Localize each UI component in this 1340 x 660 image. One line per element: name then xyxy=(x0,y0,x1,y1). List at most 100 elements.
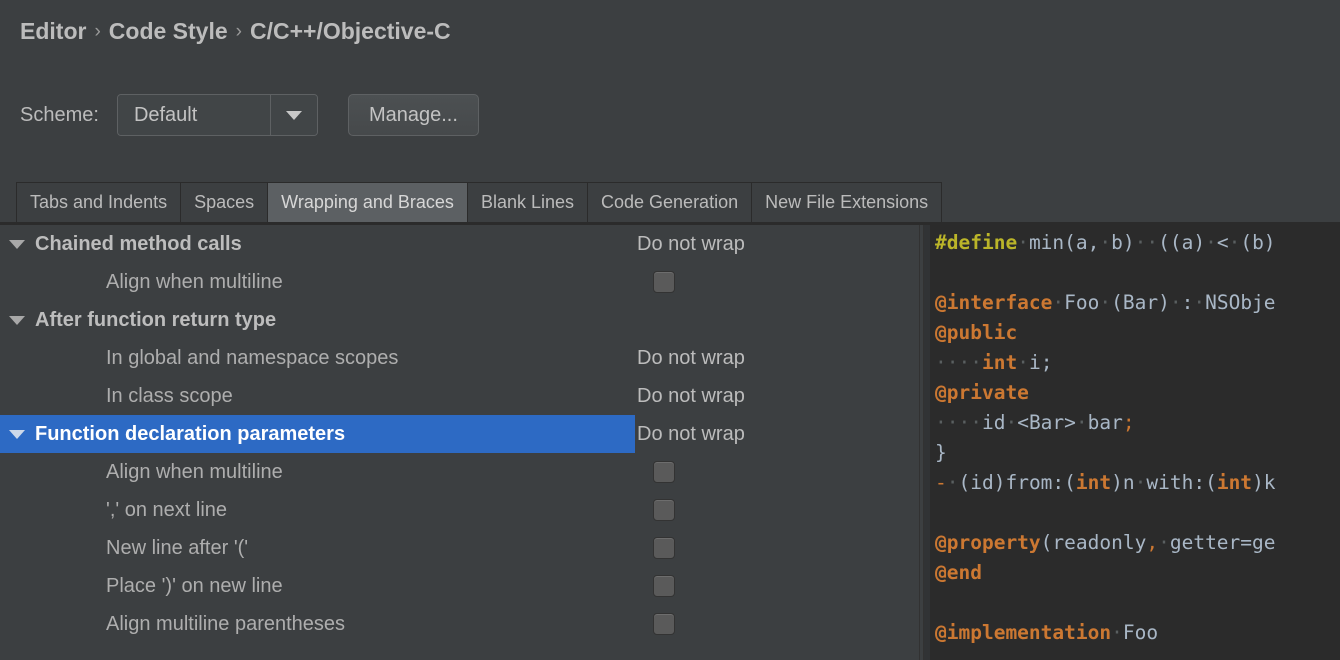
option-checkbox[interactable] xyxy=(653,537,675,559)
tree-indent-spacer xyxy=(8,567,26,605)
option-value-cell[interactable] xyxy=(635,491,919,529)
option-name-cell[interactable]: Function declaration parameters xyxy=(0,415,635,453)
code-token: - xyxy=(935,471,947,494)
chevron-down-icon[interactable] xyxy=(8,225,26,263)
code-token: · xyxy=(1169,291,1182,314)
option-row[interactable]: New line after '(' xyxy=(0,529,919,567)
option-row[interactable]: Align when multiline xyxy=(0,453,919,491)
option-value-cell[interactable]: Do not wrap xyxy=(635,415,919,453)
option-checkbox[interactable] xyxy=(653,575,675,597)
tree-indent-spacer xyxy=(8,377,26,415)
option-value-cell[interactable]: Do not wrap xyxy=(635,377,919,415)
tab-wrapping-and-braces[interactable]: Wrapping and Braces xyxy=(267,182,467,223)
tab-tabs-and-indents[interactable]: Tabs and Indents xyxy=(16,182,181,223)
scheme-combobox-value[interactable]: Default xyxy=(117,95,271,135)
tab-blank-lines[interactable]: Blank Lines xyxy=(466,182,587,223)
wrap-mode-value[interactable]: Do not wrap xyxy=(637,233,745,256)
wrap-mode-value[interactable]: Do not wrap xyxy=(637,385,745,408)
code-token: · xyxy=(1205,231,1217,254)
option-label: In global and namespace scopes xyxy=(106,346,399,369)
option-name-cell[interactable]: In class scope xyxy=(0,377,635,415)
option-checkbox[interactable] xyxy=(653,461,675,483)
code-token: ···· xyxy=(935,411,982,434)
option-row[interactable]: In global and namespace scopes Do not wra… xyxy=(0,339,919,377)
option-row[interactable]: Align multiline parentheses xyxy=(0,605,919,643)
tab-new-file-extensions[interactable]: New File Extensions xyxy=(751,182,943,223)
code-line: @end xyxy=(935,558,1276,588)
code-line: @property(readonly,·getter=ge xyxy=(935,528,1276,558)
option-value-cell[interactable] xyxy=(635,263,919,301)
option-row[interactable]: ',' on next line xyxy=(0,491,919,529)
option-name-cell[interactable]: Align when multiline xyxy=(0,263,635,301)
breadcrumb-item-1[interactable]: Code Style xyxy=(109,18,228,44)
option-row[interactable]: In class scope Do not wrap xyxy=(0,377,919,415)
code-token: (b) xyxy=(1240,231,1276,254)
code-token: getter=ge xyxy=(1169,531,1276,554)
tree-indent-spacer xyxy=(8,491,26,529)
code-token: · xyxy=(1052,291,1065,314)
option-row[interactable]: After function return type xyxy=(0,301,919,339)
tree-indent-spacer xyxy=(8,605,26,643)
option-name-cell[interactable]: New line after '(' xyxy=(0,529,635,567)
code-line: @interface·Foo·(Bar)·:·NSObje xyxy=(935,288,1276,318)
tab-code-generation[interactable]: Code Generation xyxy=(587,182,752,223)
option-row[interactable]: Align when multiline xyxy=(0,263,919,301)
option-name-cell[interactable]: After function return type xyxy=(0,301,635,339)
option-checkbox[interactable] xyxy=(653,271,675,293)
option-name-cell[interactable]: Align when multiline xyxy=(0,453,635,491)
code-line: #define·min(a,·b)··((a)·<·(b) xyxy=(935,228,1276,258)
scheme-combobox[interactable]: Default xyxy=(116,94,318,136)
code-token: with:( xyxy=(1146,471,1217,494)
option-row[interactable]: Chained method calls Do not wrap xyxy=(0,225,919,263)
code-gutter xyxy=(924,225,930,660)
wrap-mode-value[interactable]: Do not wrap xyxy=(637,347,745,370)
code-token: ···· xyxy=(935,351,982,374)
breadcrumb-separator: › xyxy=(235,21,242,42)
chevron-down-icon[interactable] xyxy=(270,95,317,135)
option-value-cell[interactable] xyxy=(635,453,919,491)
option-value-cell[interactable]: Do not wrap xyxy=(635,225,919,263)
tab-spaces[interactable]: Spaces xyxy=(180,182,268,223)
code-line: -·(id)from:(int)n·with:(int)k xyxy=(935,468,1276,498)
option-label: Place ')' on new line xyxy=(106,574,283,597)
code-token: Foo xyxy=(1064,291,1100,314)
code-preview-pane[interactable]: #define·min(a,·b)··((a)·<·(b) @interface… xyxy=(924,225,1340,660)
wrap-mode-value[interactable]: Do not wrap xyxy=(637,423,745,446)
code-line: ····id·<Bar>·bar; xyxy=(935,408,1276,438)
option-name-cell[interactable]: Place ')' on new line xyxy=(0,567,635,605)
option-name-cell[interactable]: Chained method calls xyxy=(0,225,635,263)
code-line: } xyxy=(935,438,1276,468)
code-token: ·· xyxy=(1134,231,1159,254)
option-value-cell[interactable]: Do not wrap xyxy=(635,339,919,377)
option-value-cell[interactable] xyxy=(635,529,919,567)
option-name-cell[interactable]: Align multiline parentheses xyxy=(0,605,635,643)
breadcrumb-item-0[interactable]: Editor xyxy=(20,18,86,44)
option-label: Align multiline parentheses xyxy=(106,612,346,635)
code-token: · xyxy=(1099,231,1112,254)
option-label: Chained method calls xyxy=(35,232,242,255)
option-row[interactable]: Place ')' on new line xyxy=(0,567,919,605)
code-token: <Bar> xyxy=(1017,411,1076,434)
option-value-cell[interactable] xyxy=(635,567,919,605)
chevron-down-icon[interactable] xyxy=(8,301,26,339)
code-token: @property xyxy=(935,531,1041,554)
tree-indent-spacer xyxy=(8,453,26,491)
option-label: Function declaration parameters xyxy=(35,422,346,445)
option-checkbox[interactable] xyxy=(653,613,675,635)
code-token: (id)from:( xyxy=(958,471,1076,494)
option-value-cell[interactable] xyxy=(635,605,919,643)
code-token: · xyxy=(1134,471,1147,494)
option-name-cell[interactable]: ',' on next line xyxy=(0,491,635,529)
code-token: int xyxy=(1075,471,1112,494)
option-value-cell xyxy=(635,301,919,339)
settings-dialog: Editor › Code Style › C/C++/Objective-C Sche… xyxy=(0,0,1340,660)
code-token: } xyxy=(935,441,947,464)
manage-button[interactable]: Manage... xyxy=(347,94,479,136)
option-name-cell[interactable]: In global and namespace scopes xyxy=(0,339,635,377)
chevron-down-icon[interactable] xyxy=(8,415,26,453)
code-token: @public xyxy=(935,321,1018,344)
option-checkbox[interactable] xyxy=(653,499,675,521)
main-content: Chained method calls Do not wrap Align whe… xyxy=(0,225,1340,660)
option-row[interactable]: Function declaration parameters Do not wr… xyxy=(0,415,919,453)
